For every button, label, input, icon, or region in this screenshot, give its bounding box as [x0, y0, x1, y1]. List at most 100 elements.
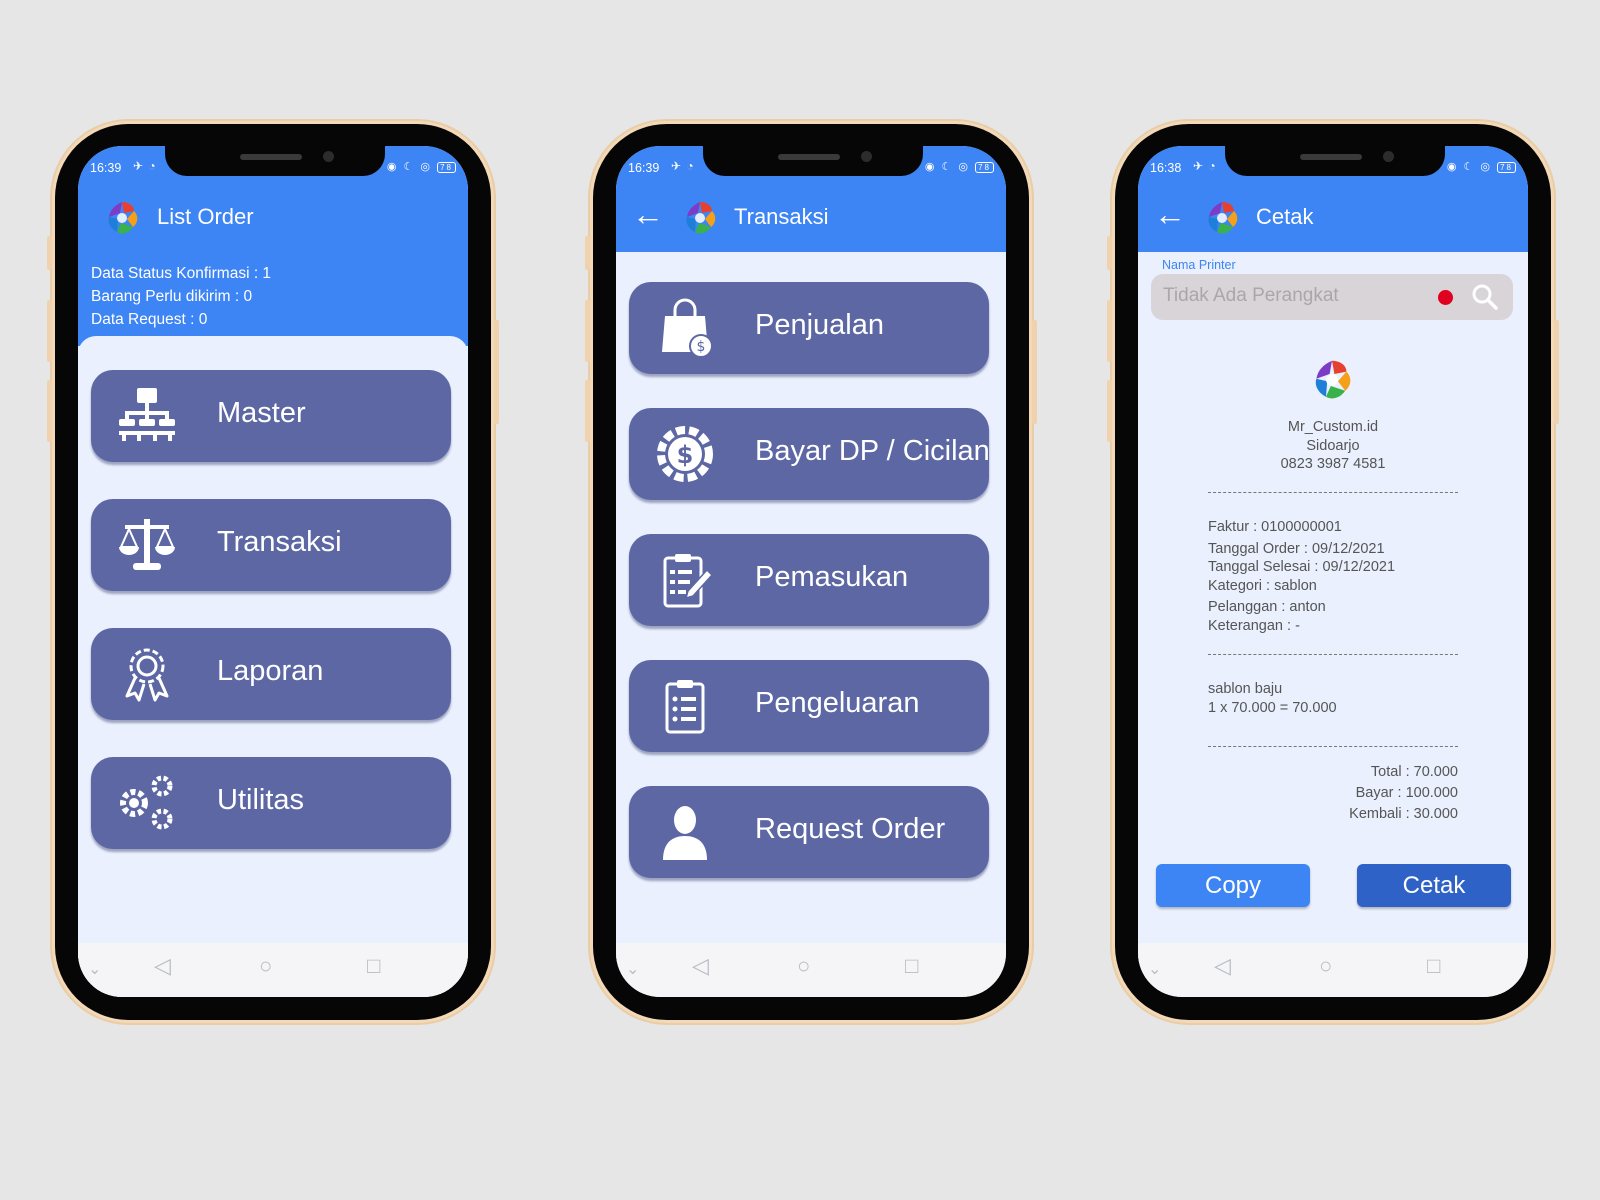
paid-amount: Bayar : 100.000	[1355, 785, 1458, 801]
receipt-divider	[1208, 492, 1458, 493]
notch	[703, 146, 923, 176]
status-left-icons: ✈ ◔	[671, 159, 695, 173]
award-icon	[125, 648, 169, 702]
receipt-header: Mr_Custom.id Sidoarjo 0823 3987 4581	[1208, 418, 1458, 474]
receipt-divider	[1208, 746, 1458, 747]
notch	[165, 146, 385, 176]
home-circle-icon[interactable]: ○	[797, 953, 810, 979]
phone-side-button	[1554, 320, 1559, 424]
shop-logo-icon	[1308, 356, 1356, 404]
menu-label: Utilitas	[217, 784, 305, 816]
info-request: Data Request : 0	[91, 311, 208, 328]
back-arrow-icon[interactable]: ←	[632, 196, 664, 233]
detail-customer: Pelanggan : anton	[1208, 599, 1326, 615]
menu-label: Pengeluaran	[755, 687, 920, 719]
user-icon	[663, 806, 707, 860]
status-left-icons: ✈ ◔	[133, 159, 157, 173]
recents-square-icon[interactable]: □	[1427, 953, 1440, 979]
shop-name: Mr_Custom.id	[1287, 419, 1379, 435]
phone-side-button	[585, 300, 590, 362]
menu-button-transaksi[interactable]: Transaksi	[91, 499, 451, 591]
back-arrow-icon[interactable]: ←	[1154, 196, 1186, 233]
home-circle-icon[interactable]: ○	[1319, 953, 1332, 979]
item-name: sablon baju	[1208, 681, 1283, 697]
sitemap-icon	[119, 388, 175, 441]
phone-side-button	[47, 236, 52, 270]
menu-button-request-order[interactable]: Request Order	[629, 786, 989, 878]
home-circle-icon[interactable]: ○	[259, 953, 272, 979]
status-time: 16:39	[628, 161, 660, 175]
menu-button-laporan[interactable]: Laporan	[91, 628, 451, 720]
menu-label: Transaksi	[217, 526, 342, 558]
status-right-icons: ◉ ☾ ◎ 78	[925, 160, 994, 173]
menu-button-pemasukan[interactable]: Pemasukan	[629, 534, 989, 626]
chevron-down-icon[interactable]: ⌄	[626, 959, 639, 979]
phone-side-button	[1107, 380, 1112, 442]
menu-button-bayar-dp[interactable]: $ Bayar DP / Cicilan	[629, 408, 990, 500]
shop-phone: 0823 3987 4581	[1280, 456, 1386, 472]
print-button[interactable]: Cetak	[1357, 864, 1511, 907]
info-confirm-status: Data Status Konfirmasi : 1	[91, 265, 272, 282]
back-triangle-icon[interactable]: ◁	[692, 953, 709, 979]
copy-button[interactable]: Copy	[1156, 864, 1310, 907]
detail-order-date: Tanggal Order : 09/12/2021	[1208, 540, 1385, 557]
gears-icon	[120, 775, 173, 830]
printer-placeholder: Tidak Ada Perangkat	[1163, 285, 1339, 306]
total-amount: Total : 70.000	[1370, 764, 1458, 780]
menu-label: Penjualan	[755, 309, 884, 341]
status-left-icons: ✈ ◔	[1193, 159, 1217, 173]
screen: 16:39 ✈ ◔ ◉ ☾ ◎ 78 List Order Data Statu…	[78, 146, 468, 997]
status-dot-icon	[1438, 290, 1453, 305]
android-nav-bar: ⌄ ◁ ○ □	[78, 943, 468, 997]
battery-icon: 78	[1497, 162, 1516, 173]
phone-list-order: 16:39 ✈ ◔ ◉ ☾ ◎ 78 List Order Data Statu…	[47, 124, 499, 1020]
shop-city: Sidoarjo	[1306, 437, 1360, 454]
menu-button-pengeluaran[interactable]: Pengeluaran	[629, 660, 989, 752]
receipt-item: sablon baju 1 x 70.000 = 70.000	[1208, 680, 1458, 717]
phone-side-button	[494, 320, 499, 424]
menu-button-penjualan[interactable]: $ Penjualan	[629, 282, 989, 374]
android-nav-bar: ⌄ ◁ ○ □	[1138, 943, 1528, 997]
search-icon[interactable]	[1471, 283, 1499, 311]
menu-button-master[interactable]: Master	[91, 370, 451, 462]
screen: 16:39 ✈ ◔ ◉ ☾ ◎ 78 ← Transaksi $ Penjual…	[616, 146, 1006, 997]
phone-side-button	[47, 380, 52, 442]
back-triangle-icon[interactable]: ◁	[1214, 953, 1231, 979]
receipt-details: Faktur : 0100000001 Tanggal Order : 09/1…	[1208, 518, 1458, 635]
shopping-bag-icon: $	[662, 298, 713, 358]
app-logo-icon	[102, 198, 142, 238]
battery-icon: 78	[437, 162, 456, 173]
receipt-divider	[1208, 654, 1458, 655]
screen: 16:38 ✈ ◔ ◉ ☾ ◎ 78 ← Cetak Nama Printer …	[1138, 146, 1528, 997]
chevron-down-icon[interactable]: ⌄	[88, 959, 101, 979]
detail-note: Keterangan : -	[1208, 617, 1300, 634]
status-time: 16:39	[90, 161, 122, 175]
svg-text:$: $	[697, 339, 706, 355]
back-triangle-icon[interactable]: ◁	[154, 953, 171, 979]
detail-faktur: Faktur : 0100000001	[1208, 519, 1342, 535]
recents-square-icon[interactable]: □	[905, 953, 918, 979]
printer-label: Nama Printer	[1162, 258, 1236, 272]
phone-side-button	[1107, 300, 1112, 362]
info-items-to-ship: Barang Perlu dikirim : 0	[91, 288, 253, 305]
phone-side-button	[47, 300, 52, 362]
svg-text:$: $	[677, 441, 694, 469]
menu-label: Request Order	[755, 813, 946, 845]
battery-icon: 78	[975, 162, 994, 173]
recents-square-icon[interactable]: □	[367, 953, 380, 979]
app-logo-icon	[1202, 198, 1242, 238]
detail-category: Kategori : sablon	[1208, 577, 1317, 594]
printer-select-field[interactable]: Tidak Ada Perangkat	[1151, 274, 1513, 320]
page-title: Transaksi	[734, 204, 829, 229]
menu-label: Bayar DP / Cicilan	[755, 435, 990, 467]
status-right-icons: ◉ ☾ ◎ 78	[1447, 160, 1516, 173]
page-title: Cetak	[1256, 204, 1314, 229]
menu-label: Laporan	[217, 655, 324, 687]
status-time: 16:38	[1150, 161, 1182, 175]
menu-button-utilitas[interactable]: Utilitas	[91, 757, 451, 849]
scale-icon	[119, 519, 175, 570]
chevron-down-icon[interactable]: ⌄	[1148, 959, 1161, 979]
phone-side-button	[585, 380, 590, 442]
receipt-totals: Total : 70.000 Bayar : 100.000 Kembali :…	[1208, 762, 1458, 825]
phone-side-button	[1032, 320, 1037, 424]
